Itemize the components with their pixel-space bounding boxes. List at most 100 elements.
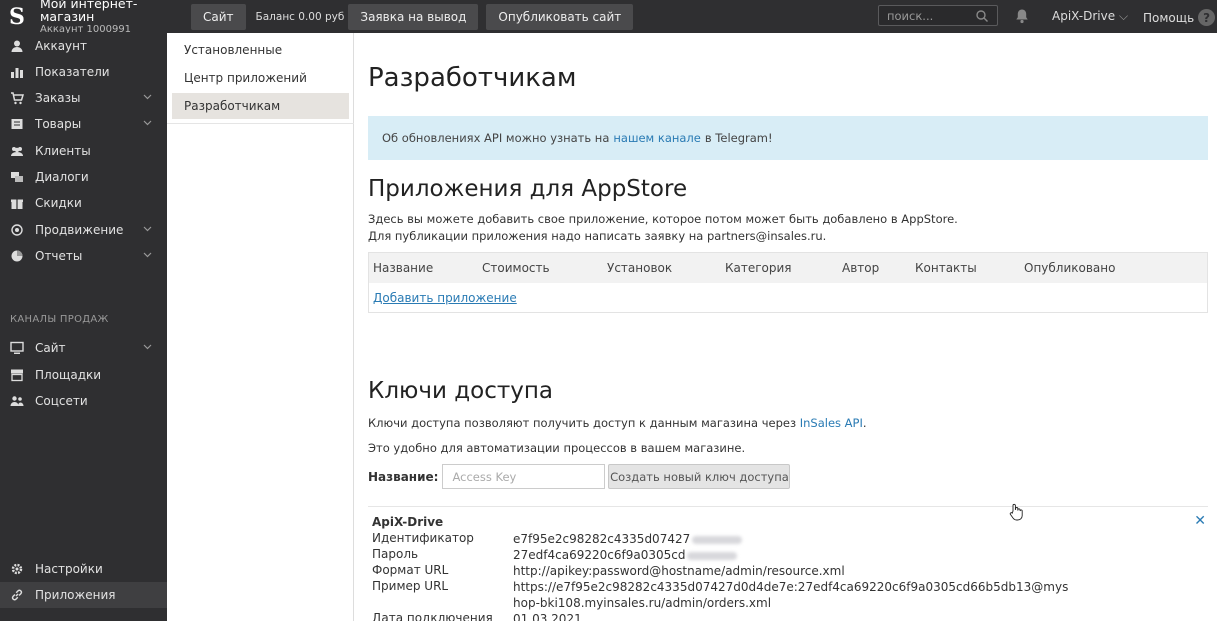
sidebar-item-promotion[interactable]: Продвижение [0,217,167,243]
sales-channels-title: КАНАЛЫ ПРОДАЖ [10,314,109,325]
keys-text: Ключи доступа позволяют получить доступ … [368,416,797,430]
key-value-url-format: http://apikey:password@hostname/admin/re… [513,564,845,578]
key-value-url-example: https://e7f95e2c98282c4335d07427d0d4de7e… [513,580,1069,610]
key-name-label: Название: [368,469,439,484]
automation-note: Это удобно для автоматизации процессов в… [368,441,746,455]
sidebar-item-site[interactable]: Сайт [0,335,167,361]
appstore-title: Приложения для AppStore [368,176,688,202]
sidebar-item-label: Аккаунт [35,39,87,53]
box-icon [11,119,23,129]
key-label-url-example: Пример URL [372,579,449,593]
main-sidebar: Аккаунт Показатели Заказы Товары Клиенты… [0,33,167,621]
key-password-text: 27edf4ca69220c6f9a0305cd [513,548,686,562]
add-app-link[interactable]: Добавить приложение [373,291,517,305]
sidebar-item-label: Показатели [35,65,110,79]
sidebar-item-label: Площадки [35,368,102,382]
col-author: Автор [842,261,880,275]
alert-text-end: в Telegram! [704,131,773,145]
sidebar-item-products[interactable]: Товары [0,111,167,137]
sidebar-item-reports[interactable]: Отчеты [0,243,167,269]
insales-logo[interactable]: S [0,0,34,33]
link-icon [11,589,23,601]
logo-s-icon: S [9,3,25,30]
apps-subnav: Установленные Центр приложений Разработч… [167,33,354,621]
main-content: Разработчикам Об обновлениях API можно у… [355,33,1217,621]
key-label-url-format: Формат URL [372,563,449,577]
balance-text: Баланс 0.00 руб [255,10,345,23]
bell-icon[interactable] [1014,8,1030,24]
publish-site-button[interactable]: Опубликовать сайт [486,3,634,30]
sidebar-item-account[interactable]: Аккаунт [0,33,167,59]
alert-text: Об обновлениях API можно узнать на [382,131,610,145]
access-key-card: ApiX-Drive ✕ Идентификатор e7f95e2c98282… [368,506,1208,621]
sidebar-item-label: Скидки [35,196,82,210]
sidebar-item-social[interactable]: Соцсети [0,388,167,414]
subnav-installed[interactable]: Установленные [172,37,349,63]
col-installs: Установок [607,261,673,275]
sidebar-item-label: Настройки [35,562,103,576]
key-value-id: e7f95e2c98282c4335d07427 [513,531,1073,547]
col-name: Название [373,261,434,275]
chevron-down-icon [143,252,152,258]
sidebar-item-apps[interactable]: Приложения [0,582,167,608]
user-icon [11,40,23,52]
gear-icon [11,563,23,575]
search-input[interactable] [879,8,975,23]
subnav-app-center[interactable]: Центр приложений [172,65,349,91]
sidebar-item-label: Отчеты [35,249,83,263]
store-info[interactable]: Мой интернет-магазин Аккаунт 1000991 [40,0,185,36]
top-bar: S Мой интернет-магазин Аккаунт 1000991 С… [0,0,1217,36]
withdraw-button[interactable]: Заявка на вывод [348,3,479,30]
insales-api-link[interactable]: InSales API [800,416,863,430]
help-link[interactable]: Помощь? [1143,9,1216,26]
appstore-description-1: Здесь вы можете добавить свое приложение… [368,212,958,226]
create-key-button[interactable]: Создать новый ключ доступа [608,464,791,489]
new-key-form: Название: Создать новый ключ доступа [368,464,791,489]
page-title: Разработчикам [368,63,577,93]
blurred-text [687,551,738,560]
gift-icon [11,199,23,209]
sidebar-item-settings[interactable]: Настройки [0,556,167,582]
sidebar-item-marketplaces[interactable]: Площадки [0,362,167,388]
blurred-text [692,535,743,544]
sidebar-item-label: Продвижение [35,223,124,237]
help-label: Помощь [1143,10,1195,25]
search-icon[interactable] [975,9,989,23]
col-contacts: Контакты [915,261,977,275]
sidebar-item-label: Сайт [35,341,66,355]
keys-text-end: . [862,416,867,430]
api-updates-alert: Об обновлениях API можно узнать на нашем… [368,116,1208,160]
sidebar-item-discounts[interactable]: Скидки [0,190,167,216]
sidebar-item-label: Соцсети [35,394,88,408]
site-button[interactable]: Сайт [191,3,246,30]
chevron-down-icon [143,344,152,350]
sidebar-item-orders[interactable]: Заказы [0,85,167,111]
sidebar-item-clients[interactable]: Клиенты [0,138,167,164]
col-category: Категория [725,261,792,275]
apps-table: Название Стоимость Установок Категория А… [368,252,1208,313]
cart-icon [11,92,24,105]
close-icon[interactable]: ✕ [1194,513,1206,529]
col-price: Стоимость [482,261,550,275]
chat-icon [11,172,23,182]
chart-icon [11,68,23,78]
col-published: Опубликовано [1024,261,1116,275]
subnav-developers[interactable]: Разработчикам [172,93,349,119]
key-name-input[interactable] [442,464,606,489]
store-icon [11,369,23,382]
access-keys-title: Ключи доступа [368,378,553,404]
monitor-icon [10,341,24,354]
store-name: Мой интернет-магазин [40,0,138,24]
pie-icon [11,250,23,262]
target-icon [11,224,23,236]
telegram-channel-link[interactable]: нашем канале [613,131,700,145]
user-name: ApiX-Drive [1052,9,1116,23]
sidebar-item-label: Клиенты [35,144,91,158]
sidebar-item-dialogs[interactable]: Диалоги [0,164,167,190]
people-icon [10,396,24,406]
sidebar-item-metrics[interactable]: Показатели [0,59,167,85]
key-id-text: e7f95e2c98282c4335d07427 [513,532,691,546]
user-menu[interactable]: ApiX-Drive ⌵ [1052,9,1128,24]
key-value-password: 27edf4ca69220c6f9a0305cd [513,547,1073,563]
users-icon [11,147,23,156]
